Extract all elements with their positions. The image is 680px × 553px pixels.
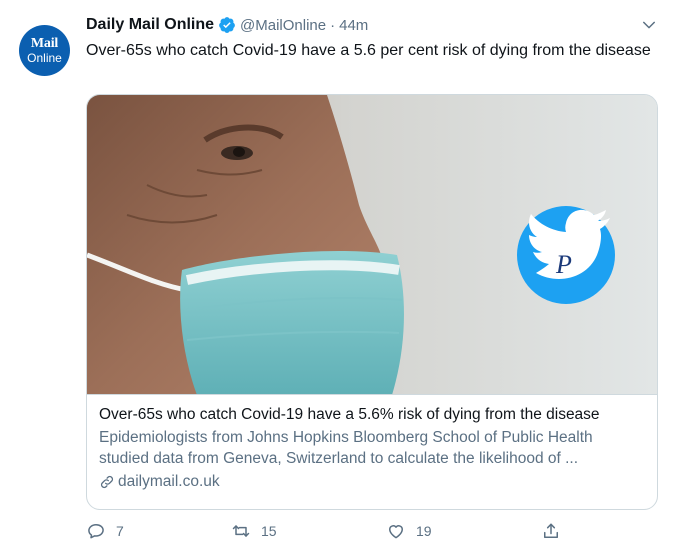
card-domain[interactable]: dailymail.co.uk bbox=[99, 473, 645, 491]
twitter-bird-watermark-icon: P bbox=[517, 206, 615, 304]
link-card[interactable]: P Over-65s who catch Covid-19 have a 5.6… bbox=[86, 94, 658, 510]
avatar-logo-line2: Online bbox=[27, 51, 62, 65]
like-button[interactable]: 19 bbox=[386, 521, 432, 541]
verified-badge-icon bbox=[219, 17, 235, 33]
card-image[interactable]: P bbox=[87, 95, 657, 395]
tweet[interactable]: Mail Online Daily Mail Online @MailOnlin… bbox=[0, 0, 680, 553]
tweet-header: Daily Mail Online @MailOnline · 44m bbox=[86, 14, 368, 36]
avatar[interactable]: Mail Online bbox=[19, 25, 70, 76]
separator-dot: · bbox=[330, 16, 336, 34]
card-title: Over-65s who catch Covid-19 have a 5.6% … bbox=[99, 406, 600, 423]
handle[interactable]: @MailOnline bbox=[240, 17, 326, 34]
like-count: 19 bbox=[416, 523, 432, 539]
tweet-actions: 7 15 19 bbox=[86, 521, 586, 545]
chevron-down-icon[interactable] bbox=[640, 16, 658, 34]
reply-count: 7 bbox=[116, 523, 124, 539]
card-description: Epidemiologists from Johns Hopkins Bloom… bbox=[99, 429, 593, 467]
share-button[interactable] bbox=[541, 521, 561, 541]
retweet-count: 15 bbox=[261, 523, 277, 539]
reply-icon bbox=[88, 524, 104, 539]
share-icon bbox=[544, 523, 558, 538]
card-domain-text: dailymail.co.uk bbox=[118, 473, 220, 490]
reply-button[interactable]: 7 bbox=[86, 521, 124, 541]
retweet-button[interactable]: 15 bbox=[231, 521, 277, 541]
display-name[interactable]: Daily Mail Online bbox=[86, 16, 214, 34]
retweet-icon bbox=[232, 525, 250, 537]
avatar-logo-line1: Mail bbox=[30, 36, 59, 51]
svg-text:P: P bbox=[555, 250, 572, 279]
timestamp[interactable]: 44m bbox=[339, 17, 368, 34]
card-body: Over-65s who catch Covid-19 have a 5.6% … bbox=[99, 404, 645, 491]
link-icon bbox=[100, 475, 114, 489]
tweet-text: Over-65s who catch Covid-19 have a 5.6 p… bbox=[86, 42, 651, 59]
heart-icon bbox=[389, 525, 403, 539]
